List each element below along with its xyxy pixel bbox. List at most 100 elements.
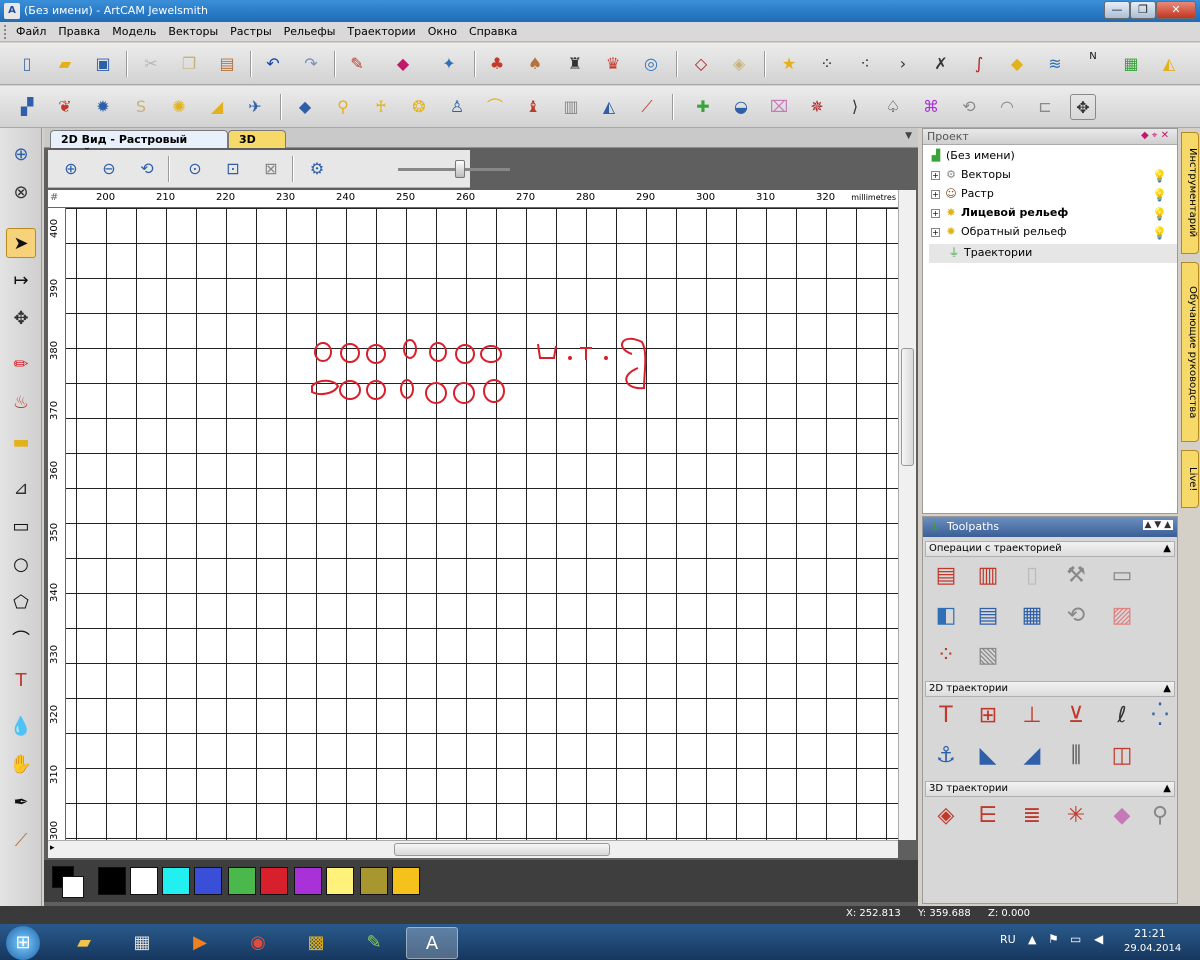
toolpath-operation-icon[interactable]: ▦: [1015, 599, 1049, 633]
pencil-icon[interactable]: ✏: [6, 350, 36, 380]
minimize-button[interactable]: —: [1104, 1, 1130, 19]
toolpath-operation-icon[interactable]: ▤: [971, 599, 1005, 633]
toolpath-2d-icon[interactable]: ℓ: [1105, 699, 1139, 733]
toolpath-3d-icon[interactable]: ✳: [1059, 799, 1093, 833]
toolpath-operation-icon[interactable]: ⁘: [929, 639, 963, 673]
leaf-relief-icon[interactable]: ❦: [52, 94, 78, 120]
curve-icon[interactable]: ∫: [966, 51, 992, 77]
wedge-icon[interactable]: ◭: [596, 94, 622, 120]
side-tab-tutorials[interactable]: Обучающие руководства: [1181, 262, 1199, 442]
relief-clipart-icon[interactable]: ♣: [484, 51, 510, 77]
toolpath-2d-icon[interactable]: ⊞: [971, 699, 1005, 733]
arch-icon[interactable]: ⌒: [482, 94, 508, 120]
collapse-icon[interactable]: ▲: [1163, 543, 1171, 554]
wave-star-icon[interactable]: ✵: [804, 94, 830, 120]
toolpath-2d-icon[interactable]: T: [929, 699, 963, 733]
zoom-icon[interactable]: ⊕: [6, 140, 36, 170]
paint-bucket-icon[interactable]: ♨: [6, 388, 36, 418]
panel-controls-icon[interactable]: ▲ ▼ ▲: [1142, 520, 1173, 530]
bowl-icon[interactable]: ◒: [728, 94, 754, 120]
toolpath-2d-icon[interactable]: ⁛: [1143, 699, 1177, 733]
clock-date[interactable]: 29.04.2014: [1124, 943, 1181, 954]
eyedropper-icon[interactable]: ⟋: [6, 826, 36, 856]
layers-icon[interactable]: ▞: [14, 94, 40, 120]
palette-swatch[interactable]: [326, 867, 354, 895]
video-app-icon[interactable]: ▩: [290, 927, 342, 959]
expand-icon[interactable]: +: [931, 189, 940, 199]
artcam-taskbar-icon[interactable]: A: [406, 927, 458, 959]
undo-shape-icon[interactable]: ⟲: [956, 94, 982, 120]
spin-icon[interactable]: ♰: [368, 94, 394, 120]
ring-icon[interactable]: ◇: [688, 51, 714, 77]
zoom-extents-icon[interactable]: ⊡: [220, 156, 246, 182]
polygon-icon[interactable]: ⬠: [6, 588, 36, 618]
view-settings-icon[interactable]: ⚙: [304, 156, 330, 182]
expand-icon[interactable]: +: [931, 208, 940, 218]
network-icon[interactable]: ▭: [1070, 932, 1081, 946]
collapse-icon[interactable]: ▲: [1163, 683, 1171, 694]
menu-help[interactable]: Справка: [463, 22, 523, 41]
pillar-icon[interactable]: ▥: [558, 94, 584, 120]
menu-bitmaps[interactable]: Растры: [224, 22, 278, 41]
tab-2d-view[interactable]: 2D Вид - Растровый слой×: [50, 130, 228, 159]
toolpath-2d-icon[interactable]: ⚓: [929, 739, 963, 773]
chrome-icon[interactable]: ◉: [232, 927, 284, 959]
toolpath-operation-icon[interactable]: ▭: [1105, 559, 1139, 593]
rectangle-icon[interactable]: ▭: [6, 512, 36, 542]
menu-vectors[interactable]: Векторы: [162, 22, 224, 41]
bracket-icon[interactable]: ⌧: [766, 94, 792, 120]
tab-3d-view[interactable]: 3D вид: [228, 130, 286, 159]
toolpath-2d-icon[interactable]: ◣: [971, 739, 1005, 773]
palette-swatch[interactable]: [360, 867, 388, 895]
menu-reliefs[interactable]: Рельефы: [278, 22, 342, 41]
corel-icon[interactable]: ✎: [348, 927, 400, 959]
smudge-icon[interactable]: ✋: [6, 750, 36, 780]
tree-item-raster[interactable]: + ☺ Растр: [931, 187, 994, 206]
toolpath-2d-icon[interactable]: ⊻: [1059, 699, 1093, 733]
box-icon[interactable]: ◭: [1156, 51, 1182, 77]
toolpath-3d-icon[interactable]: ⋿: [971, 799, 1005, 833]
language-indicator[interactable]: RU: [1000, 933, 1016, 946]
toolpath-operation-icon[interactable]: ◧: [929, 599, 963, 633]
wizard-icon[interactable]: ✦: [436, 51, 462, 77]
media-player-icon[interactable]: ▶: [174, 927, 226, 959]
palette-swatch[interactable]: [194, 867, 222, 895]
visibility-bulb-icon[interactable]: 💡: [1152, 207, 1167, 221]
toolpath-2d-icon[interactable]: ◫: [1105, 739, 1139, 773]
vertical-scroll-thumb[interactable]: [901, 348, 914, 466]
toolpath-operation-icon[interactable]: ⚒: [1059, 559, 1093, 593]
redo-icon[interactable]: ↷: [298, 51, 324, 77]
tray-expand-icon[interactable]: ▲: [1028, 933, 1036, 946]
trim-icon[interactable]: ✗: [928, 51, 954, 77]
toolpath-3d-icon[interactable]: ◈: [929, 799, 963, 833]
visibility-bulb-icon[interactable]: 💡: [1152, 188, 1167, 202]
menu-window[interactable]: Окно: [422, 22, 463, 41]
new-file-icon[interactable]: ▯: [14, 51, 40, 77]
grayscale-icon[interactable]: ♜: [562, 51, 588, 77]
zoom-slider-thumb[interactable]: [455, 160, 465, 178]
panel-pin-icon[interactable]: ◆ ⌖ ✕: [1141, 130, 1169, 141]
horizontal-scroll-thumb[interactable]: [394, 843, 610, 856]
toolpath-2d-icon[interactable]: ⫼: [1059, 739, 1093, 773]
toolpath-operation-icon[interactable]: ▨: [1105, 599, 1139, 633]
toolpath-operation-icon[interactable]: ▯: [1015, 559, 1049, 593]
polyline-icon[interactable]: ⊿: [6, 474, 36, 504]
scroll-expand-icon[interactable]: ▸: [50, 843, 55, 853]
toolpath-operation-icon[interactable]: ▤: [929, 559, 963, 593]
palette-swatch[interactable]: [162, 867, 190, 895]
knife-icon[interactable]: ✒: [6, 788, 36, 818]
start-button[interactable]: ⊞: [6, 926, 40, 960]
section-toolpath-operations[interactable]: Операции с траекторией ▲: [925, 541, 1175, 557]
undo-icon[interactable]: ↶: [260, 51, 286, 77]
tree-item-vectors[interactable]: + ⚙ Векторы: [931, 168, 1011, 187]
calculator-icon[interactable]: ▦: [116, 927, 168, 959]
zoom-selection-icon[interactable]: ⊠: [258, 156, 284, 182]
paint-brush-icon[interactable]: ▬: [6, 428, 36, 458]
tree-item-back-relief[interactable]: + ✸ Обратный рельеф: [931, 225, 1067, 244]
zoom-in-icon[interactable]: ⊕: [58, 156, 84, 182]
vertical-scrollbar[interactable]: [898, 190, 916, 840]
nesting-icon[interactable]: N: [1080, 51, 1106, 77]
eraser-icon[interactable]: ◆: [390, 51, 416, 77]
star-relief-icon[interactable]: ✹: [90, 94, 116, 120]
weave-icon[interactable]: ≋: [1042, 51, 1068, 77]
